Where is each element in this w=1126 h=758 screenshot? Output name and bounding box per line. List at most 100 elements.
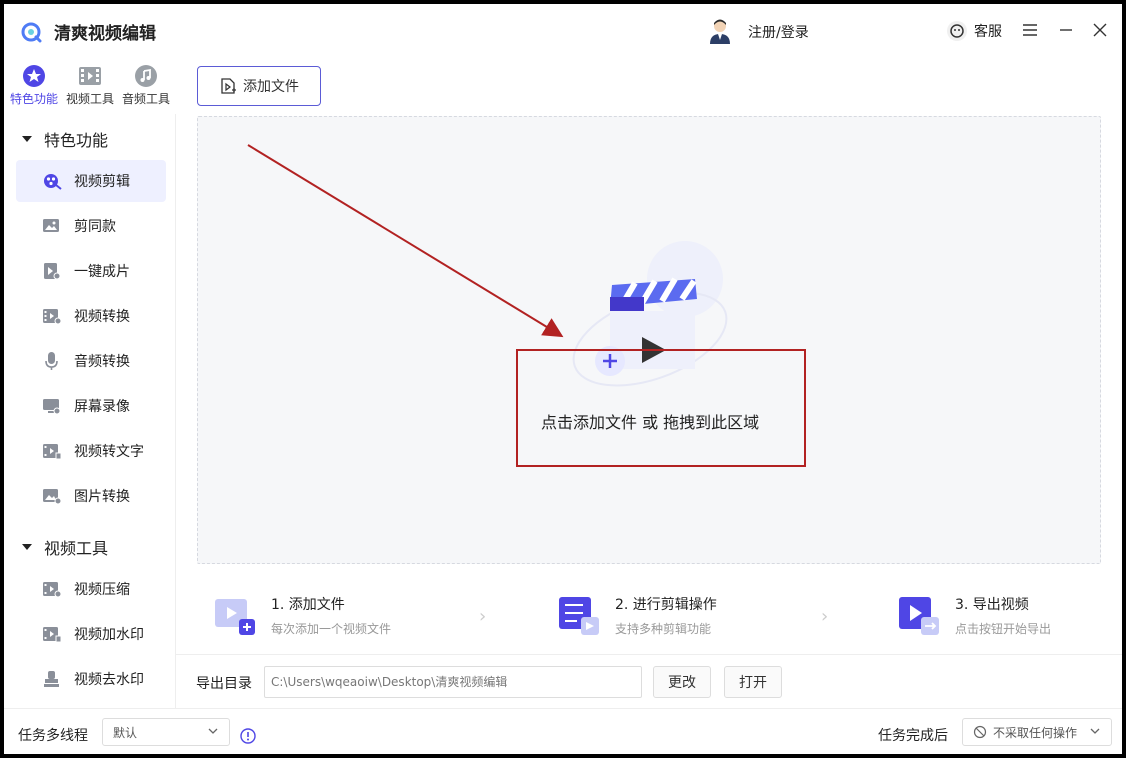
- info-icon[interactable]: [240, 728, 256, 744]
- export-video-icon: [899, 597, 939, 635]
- sidebar-item-screen-record[interactable]: 屏幕录像: [16, 385, 166, 427]
- sidebar-item-label: 一键成片: [74, 264, 130, 280]
- video-convert-icon: [43, 309, 62, 325]
- threads-select[interactable]: 默认: [102, 718, 230, 746]
- tab-featured[interactable]: 特色功能: [6, 64, 62, 112]
- sidebar-item-label: 视频转文字: [74, 444, 144, 460]
- image-convert-icon: [43, 489, 62, 505]
- chevron-down-icon: [208, 728, 218, 734]
- prohibited-icon: [973, 725, 987, 739]
- sidebar-item-label: 屏幕录像: [74, 399, 130, 415]
- export-directory-row: 导出目录 C:\Users\wqeaoiw\Desktop\清爽视频编辑 更改 …: [176, 654, 1122, 708]
- avatar[interactable]: [706, 16, 734, 44]
- sidebar: 特色功能 视频剪辑 剪同款 一键成片 视频转换 音频转换 屏幕录像 视频转文字 …: [4, 114, 176, 708]
- step-title: 1. 添加文件: [271, 596, 345, 613]
- chevron-right-icon: ›: [479, 606, 487, 627]
- sidebar-item-video-edit[interactable]: 视频剪辑: [16, 160, 166, 202]
- sidebar-item-video-compress[interactable]: 视频压缩: [16, 568, 166, 610]
- change-directory-button[interactable]: 更改: [653, 666, 711, 698]
- step-title: 3. 导出视频: [955, 596, 1029, 613]
- music-icon: [135, 65, 157, 87]
- sidebar-item-label: 视频压缩: [74, 582, 130, 598]
- play-doc-icon: [44, 263, 61, 280]
- add-file-icon: [221, 78, 236, 94]
- tab-video-tools-label: 视频工具: [65, 92, 114, 106]
- step-subtitle: 支持多种剪辑功能: [615, 621, 712, 636]
- caret-down-icon: [22, 136, 32, 142]
- category-tabs: 特色功能 视频工具 音频工具: [4, 58, 176, 114]
- step-subtitle: 点击按钮开始导出: [955, 621, 1052, 636]
- app-logo-icon: [21, 22, 42, 43]
- minimize-button[interactable]: [1054, 18, 1078, 42]
- threads-select-value: 默认: [113, 725, 138, 740]
- screen-record-icon: [43, 399, 61, 415]
- export-path-field[interactable]: C:\Users\wqeaoiw\Desktop\清爽视频编辑: [264, 666, 642, 698]
- step-subtitle: 每次添加一个视频文件: [271, 621, 392, 636]
- tab-featured-label: 特色功能: [9, 92, 58, 106]
- sidebar-item-video-to-text[interactable]: 视频转文字: [16, 430, 166, 472]
- file-drop-zone[interactable]: 点击添加文件 或 拖拽到此区域: [197, 116, 1101, 564]
- caret-down-icon: [22, 544, 32, 550]
- app-title: 清爽视频编辑: [54, 24, 156, 44]
- annotation-highlight-box: [516, 349, 806, 467]
- login-link[interactable]: 注册/登录: [748, 22, 809, 42]
- minimize-icon: [1060, 29, 1072, 31]
- customer-service-label: 客服: [974, 24, 1002, 40]
- menu-button[interactable]: [1018, 18, 1042, 42]
- video-text-icon: [43, 444, 62, 460]
- drop-hint-text: 点击添加文件 或 拖拽到此区域: [541, 413, 760, 432]
- watermark-add-icon: [43, 627, 62, 643]
- add-file-button[interactable]: 添加文件: [197, 66, 321, 106]
- section-featured[interactable]: 特色功能: [22, 124, 108, 154]
- open-directory-button[interactable]: 打开: [724, 666, 782, 698]
- image-icon: [43, 219, 59, 232]
- sidebar-item-label: 视频加水印: [74, 627, 144, 643]
- watermark-remove-icon: [44, 671, 59, 687]
- sidebar-item-video-convert[interactable]: 视频转换: [16, 295, 166, 337]
- sidebar-item-label: 视频剪辑: [74, 174, 130, 190]
- sidebar-item-one-click[interactable]: 一键成片: [16, 250, 166, 292]
- add-file-label: 添加文件: [243, 79, 299, 95]
- edit-list-icon: [559, 597, 599, 635]
- close-button[interactable]: [1088, 18, 1112, 42]
- export-directory-label: 导出目录: [196, 676, 252, 692]
- chevron-right-icon: ›: [821, 606, 829, 627]
- film-reel-icon: [44, 174, 62, 190]
- customer-service-button[interactable]: 客服: [946, 17, 1016, 45]
- sidebar-item-label: 视频转换: [74, 309, 130, 325]
- sidebar-item-label: 图片转换: [74, 489, 130, 505]
- menu-icon: [1023, 24, 1037, 36]
- tab-video-tools[interactable]: 视频工具: [62, 64, 118, 112]
- section-video-tools[interactable]: 视频工具: [22, 532, 108, 562]
- after-completion-select[interactable]: 不采取任何操作: [962, 718, 1112, 746]
- tab-audio-tools[interactable]: 音频工具: [118, 64, 174, 112]
- sidebar-item-video-watermark-remove[interactable]: 视频去水印: [16, 658, 166, 700]
- workflow-steps: 1. 添加文件 每次添加一个视频文件 › 2. 进行剪辑操作 支持多种剪辑功能 …: [197, 580, 1101, 650]
- after-completion-label: 任务完成后: [878, 728, 948, 744]
- threads-label: 任务多线程: [18, 728, 88, 744]
- step-export: 3. 导出视频 点击按钮开始导出: [897, 590, 1051, 640]
- headset-icon: [947, 21, 967, 41]
- video-icon: [79, 67, 101, 85]
- sidebar-item-video-watermark-add[interactable]: 视频加水印: [16, 613, 166, 655]
- section-video-tools-title: 视频工具: [44, 539, 109, 558]
- sidebar-item-template-edit[interactable]: 剪同款: [16, 205, 166, 247]
- sidebar-item-label: 剪同款: [74, 219, 116, 235]
- bottom-bar: 任务多线程 默认 任务完成后 不采取任何操作: [4, 708, 1122, 754]
- sidebar-item-audio-convert[interactable]: 音频转换: [16, 340, 166, 382]
- star-icon: [23, 65, 45, 87]
- tab-audio-tools-label: 音频工具: [121, 92, 170, 106]
- step-edit: 2. 进行剪辑操作 支持多种剪辑功能: [557, 590, 717, 640]
- add-video-icon: [215, 599, 255, 635]
- video-compress-icon: [43, 582, 62, 598]
- after-completion-value: 不采取任何操作: [993, 725, 1078, 740]
- app-window: 清爽视频编辑 注册/登录 客服 特色功能 视频工具 音频工具 特色功能 视频剪辑…: [4, 4, 1122, 754]
- close-icon: [1093, 23, 1107, 37]
- mic-icon: [45, 352, 58, 370]
- chevron-down-icon: [1090, 728, 1100, 734]
- title-bar: 清爽视频编辑 注册/登录 客服: [4, 4, 1122, 58]
- sidebar-item-label: 音频转换: [74, 354, 130, 370]
- sidebar-item-image-convert[interactable]: 图片转换: [16, 475, 166, 517]
- step-add-file: 1. 添加文件 每次添加一个视频文件: [213, 590, 391, 640]
- section-featured-title: 特色功能: [44, 131, 109, 150]
